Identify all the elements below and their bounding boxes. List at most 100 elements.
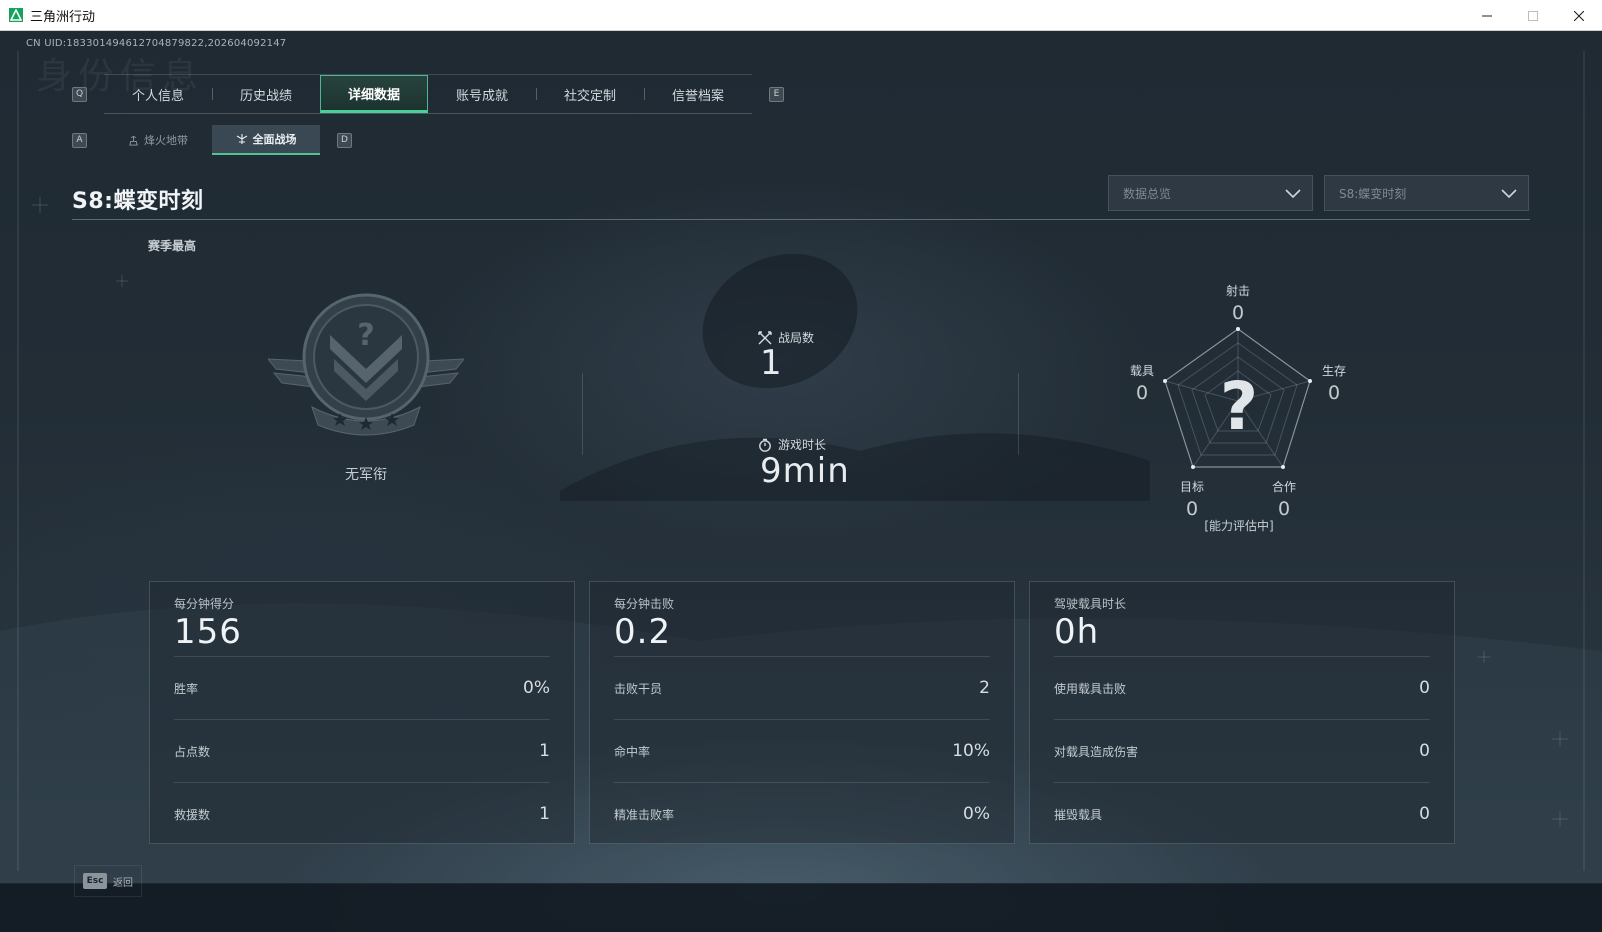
- card-row-label: 精准击败率: [614, 807, 675, 822]
- radar-evaluating-note: [能力评估中]: [1204, 519, 1274, 533]
- card-row: 救援数 1: [174, 782, 550, 845]
- card-row-label: 命中率: [614, 744, 651, 759]
- chevron-down-icon: [1501, 189, 1517, 199]
- card-row: 使用载具击败 0: [1054, 656, 1430, 719]
- matches-value: 1: [760, 343, 783, 383]
- radar-axis-value-cooperation: 0: [1278, 498, 1290, 520]
- season-title: S8:蝶变时刻: [72, 189, 204, 214]
- card-head-value: 0.2: [614, 612, 672, 652]
- rank-emblem-icon: ?: [268, 293, 464, 436]
- back-label: 返回: [113, 877, 133, 889]
- radar-axis-label-cooperation: 合作: [1272, 479, 1296, 494]
- card-head-value: 156: [174, 612, 242, 652]
- radar-axis-label-objective: 目标: [1180, 480, 1204, 494]
- minimize-button[interactable]: [1464, 0, 1510, 31]
- card-row-label: 对载具造成伤害: [1054, 744, 1139, 759]
- prev-tab-key-hint[interactable]: Q: [72, 86, 87, 102]
- ability-radar: ? 射击 0 生存 0 合作 0 目标 0 载具 0: [1130, 283, 1346, 520]
- stat-card-score: 每分钟得分 156 胜率 0% 占点数 1 救援数 1: [149, 581, 575, 844]
- card-row-label: 胜率: [174, 681, 199, 696]
- window-controls: [1464, 0, 1602, 31]
- radar-axis-value-vehicle: 0: [1136, 382, 1148, 404]
- card-row-value: 0: [1419, 678, 1430, 698]
- esc-key-hint: Esc: [83, 873, 107, 889]
- card-row: 命中率 10%: [614, 719, 990, 782]
- beacon-icon: [129, 135, 138, 146]
- battlefield-icon: [236, 134, 247, 144]
- card-row-value: 0%: [963, 804, 990, 824]
- radar-axis-value-objective: 0: [1186, 498, 1198, 520]
- matches-label: 战局数: [778, 331, 815, 345]
- tab-social-custom[interactable]: 社交定制: [536, 75, 644, 113]
- close-button[interactable]: [1556, 0, 1602, 31]
- radar-axis-label-shooting: 射击: [1226, 283, 1250, 298]
- uid-label: CN UID:183301494612704879822,20260409214…: [26, 38, 287, 49]
- card-row-value: 10%: [952, 741, 990, 761]
- card-row-label: 使用载具击败: [1054, 681, 1127, 696]
- season-dropdown[interactable]: S8:蝶变时刻: [1324, 175, 1529, 211]
- radar-axis-value-shooting: 0: [1232, 302, 1244, 324]
- next-tab-key-hint[interactable]: E: [769, 86, 784, 102]
- tab-mode-full-battlefield[interactable]: 全面战场: [212, 125, 320, 155]
- season-best-label: 赛季最高: [148, 239, 197, 253]
- card-head-label: 驾驶载具时长: [1054, 597, 1127, 611]
- game-viewport: 身份信息 CN UID:183301494612704879822,202604…: [0, 31, 1602, 932]
- tab-personal-info[interactable]: 个人信息: [104, 75, 212, 113]
- maximize-button[interactable]: [1510, 0, 1556, 31]
- card-head-label: 每分钟击败: [614, 597, 675, 611]
- tab-detailed-data[interactable]: 详细数据: [320, 75, 428, 113]
- prev-mode-key-hint[interactable]: A: [72, 132, 87, 148]
- data-view-dropdown-value: 数据总览: [1123, 186, 1172, 201]
- radar-axis-label-vehicle: 载具: [1130, 364, 1154, 378]
- main-tabs: 个人信息 历史战绩 详细数据 账号成就 社交定制 信誉档案: [104, 74, 752, 114]
- stopwatch-icon: [759, 438, 771, 452]
- footer-bar: [0, 883, 1602, 932]
- card-row-label: 救援数: [174, 807, 211, 822]
- card-row: 精准击败率 0%: [614, 782, 990, 845]
- card-row-label: 摧毁载具: [1054, 807, 1103, 822]
- section-divider: [1018, 373, 1019, 455]
- data-view-dropdown[interactable]: 数据总览: [1108, 175, 1313, 211]
- stat-card-vehicle: 驾驶载具时长 0h 使用载具击败 0 对载具造成伤害 0 摧毁载具 0: [1029, 581, 1455, 844]
- season-dropdown-value: S8:蝶变时刻: [1339, 186, 1407, 201]
- card-head-label: 每分钟得分: [174, 597, 235, 611]
- card-row-value: 1: [539, 804, 550, 824]
- card-row-value: 0%: [523, 678, 550, 698]
- card-row-value: 2: [979, 678, 990, 698]
- chevron-down-icon: [1285, 189, 1301, 199]
- card-row-label: 击败干员: [614, 681, 663, 696]
- season-divider: [72, 219, 1530, 220]
- card-row-value: 1: [539, 741, 550, 761]
- main-tab-bar: Q 个人信息 历史战绩 详细数据 账号成就 社交定制 信誉档案 E: [72, 74, 784, 114]
- back-button[interactable]: Esc 返回: [74, 865, 142, 897]
- tab-match-history[interactable]: 历史战绩: [212, 75, 320, 113]
- next-mode-key-hint[interactable]: D: [337, 132, 352, 148]
- stat-card-kills: 每分钟击败 0.2 击败干员 2 命中率 10% 精准击败率 0%: [589, 581, 1015, 844]
- section-divider: [582, 373, 583, 455]
- mode-tab-bar: A 烽火地带 全面战场 D: [72, 125, 352, 155]
- mode-tabs: 烽火地带 全面战场: [104, 125, 320, 155]
- card-row: 击败干员 2: [614, 656, 990, 719]
- card-row: 摧毁载具 0: [1054, 782, 1430, 845]
- delta-force-logo-icon: [9, 8, 23, 22]
- window-titlebar: 三角洲行动: [0, 0, 1602, 31]
- radar-axis-label-survival: 生存: [1322, 364, 1346, 378]
- tab-mode-label: 全面战场: [252, 133, 297, 146]
- time-value: 9min: [760, 451, 850, 491]
- tab-credit-record[interactable]: 信誉档案: [644, 75, 752, 113]
- rank-name: 无军衔: [345, 467, 387, 483]
- card-row-value: 0: [1419, 804, 1430, 824]
- card-row: 胜率 0%: [174, 656, 550, 719]
- radar-center-mark: ?: [1220, 368, 1258, 445]
- card-row-label: 占点数: [174, 744, 211, 759]
- tab-mode-beacon-zone[interactable]: 烽火地带: [104, 125, 212, 155]
- card-row-value: 0: [1419, 741, 1430, 761]
- card-row: 占点数 1: [174, 719, 550, 782]
- window-title: 三角洲行动: [30, 9, 96, 25]
- radar-axis-value-survival: 0: [1328, 382, 1340, 404]
- card-row: 对载具造成伤害 0: [1054, 719, 1430, 782]
- svg-text:?: ?: [357, 318, 374, 353]
- tab-achievements[interactable]: 账号成就: [428, 75, 536, 113]
- tab-mode-label: 烽火地带: [144, 134, 188, 147]
- card-head-value: 0h: [1054, 612, 1100, 652]
